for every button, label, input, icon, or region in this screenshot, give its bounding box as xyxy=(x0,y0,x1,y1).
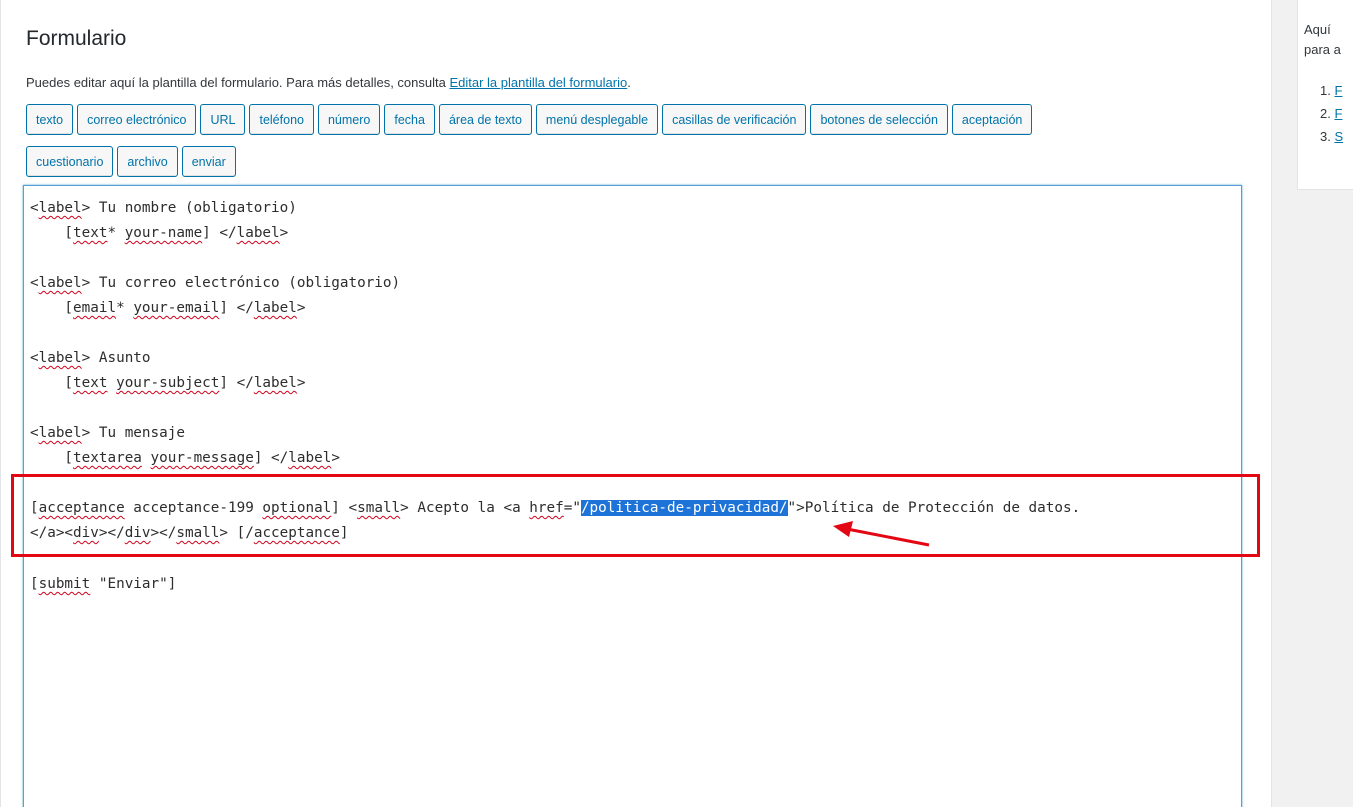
tag-button-tel[interactable]: teléfono xyxy=(249,104,314,135)
tag-button-radio[interactable]: botones de selección xyxy=(810,104,948,135)
code-line: </a><div></div></small> [/acceptance] xyxy=(30,525,349,541)
tag-button-textarea[interactable]: área de texto xyxy=(438,104,532,135)
tag-button-acceptance[interactable]: aceptación xyxy=(951,104,1033,135)
tag-generator-row-2: cuestionario archivo enviar xyxy=(26,146,236,177)
code-line: [textarea your-message] </label> xyxy=(30,450,340,466)
tag-button-checkbox[interactable]: casillas de verificación xyxy=(662,104,807,135)
sidebar-link[interactable]: S xyxy=(1334,129,1343,144)
tag-button-date[interactable]: fecha xyxy=(384,104,435,135)
sidebar-link[interactable]: F xyxy=(1334,83,1342,98)
sidebar-list-item: 2. F xyxy=(1320,106,1343,121)
code-line-acceptance: [acceptance acceptance-199 optional] <sm… xyxy=(30,500,1081,516)
selected-privacy-url[interactable]: /politica-de-privacidad/ xyxy=(580,500,788,516)
sidebar-intro: Aquí para a xyxy=(1304,22,1341,57)
code-line: <label> Asunto xyxy=(30,350,151,366)
sidebar-link[interactable]: F xyxy=(1334,106,1342,121)
description-text: Puedes editar aquí la plantilla del form… xyxy=(26,75,450,90)
sidebar-list-item: 1. F xyxy=(1320,83,1343,98)
tag-button-url[interactable]: URL xyxy=(200,104,246,135)
tag-button-text[interactable]: texto xyxy=(26,104,74,135)
form-template-editor[interactable]: <label> Tu nombre (obligatorio) [text* y… xyxy=(23,185,1242,807)
panel-title: Formulario xyxy=(26,27,127,50)
sidebar-list-item: 3. S xyxy=(1320,129,1344,144)
code-line: [text your-subject] </label> xyxy=(30,375,306,391)
form-panel: Formulario Puedes editar aquí la plantil… xyxy=(0,0,1272,807)
description-end: . xyxy=(627,75,631,90)
tag-generator-row-1: texto correo electrónico URL teléfono nú… xyxy=(26,104,1033,135)
code-line: <label> Tu correo electrónico (obligator… xyxy=(30,275,401,291)
tag-button-quiz[interactable]: cuestionario xyxy=(26,146,114,177)
sidebar-help-box: Aquí para a 1. F 2. F 3. S xyxy=(1297,0,1353,190)
tag-button-submit[interactable]: enviar xyxy=(181,146,236,177)
tag-button-menu[interactable]: menú desplegable xyxy=(535,104,659,135)
code-line: [text* your-name] </label> xyxy=(30,225,289,241)
code-line: [submit "Enviar"] xyxy=(30,576,177,592)
code-line: <label> Tu nombre (obligatorio) xyxy=(30,200,297,216)
code-line: [email* your-email] </label> xyxy=(30,300,306,316)
sidebar-list: 1. F 2. F 3. S xyxy=(1320,79,1343,148)
tag-button-email[interactable]: correo electrónico xyxy=(77,104,197,135)
tag-button-file[interactable]: archivo xyxy=(117,146,178,177)
code-line: <label> Tu mensaje xyxy=(30,425,185,441)
panel-description: Puedes editar aquí la plantilla del form… xyxy=(26,75,631,90)
tag-button-number[interactable]: número xyxy=(317,104,381,135)
edit-template-link[interactable]: Editar la plantilla del formulario xyxy=(449,75,627,90)
